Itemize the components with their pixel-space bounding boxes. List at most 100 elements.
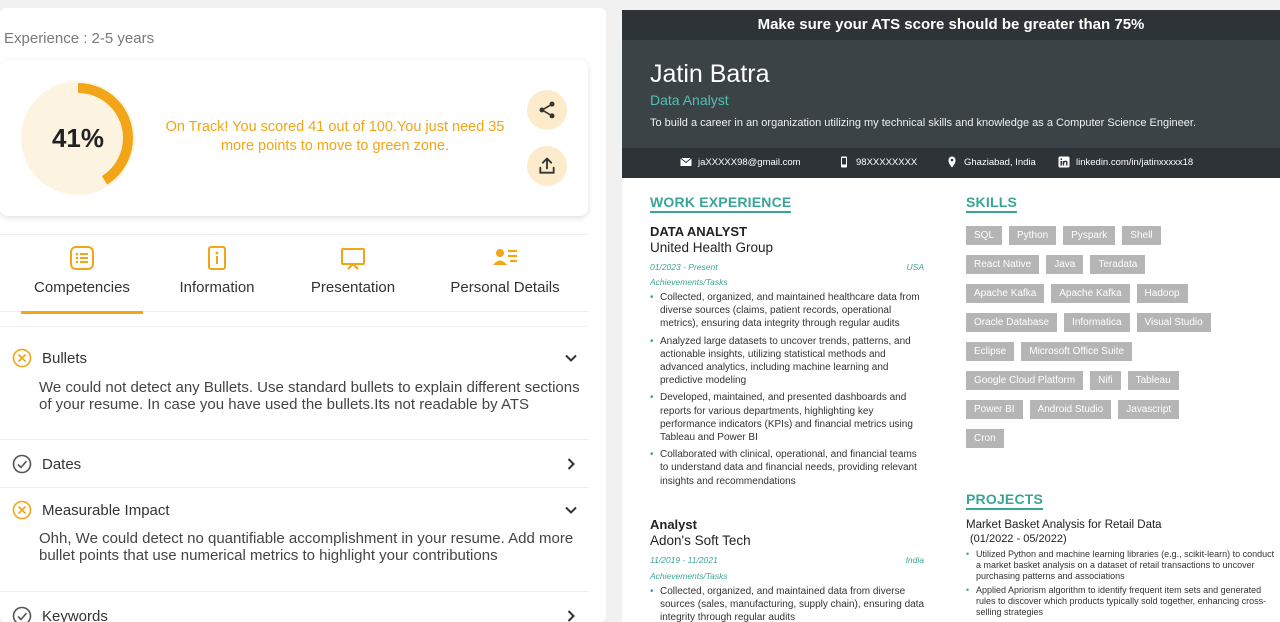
skill-chip: Informatica xyxy=(1064,313,1130,332)
upload-icon xyxy=(539,157,555,174)
skill-chip: Nifi xyxy=(1090,371,1121,390)
skills-heading: SKILLS xyxy=(966,194,1017,213)
resume-header: Jatin Batra Data Analyst To build a care… xyxy=(622,40,1280,148)
contact-location: Ghaziabad, India xyxy=(946,156,1036,168)
check-dates[interactable]: Dates xyxy=(12,452,578,476)
skill-row: SQL Python Pyspark Shell xyxy=(966,226,1266,245)
job-dates: 11/2019 - 11/2021 xyxy=(650,555,718,565)
chevron-down-icon[interactable] xyxy=(564,503,578,517)
check-circle-icon xyxy=(12,454,32,474)
skill-chip: Javascript xyxy=(1118,400,1180,419)
skill-chip: Oracle Database xyxy=(966,313,1058,332)
presentation-icon xyxy=(341,248,365,270)
skill-row: Eclipse Microsoft Office Suite xyxy=(966,342,1266,361)
check-bullets[interactable]: Bullets xyxy=(12,346,578,370)
job-company: Adon's Soft Tech xyxy=(650,533,751,548)
job-bullet: Developed, maintained, and presented das… xyxy=(650,391,925,444)
check-body: Ohh, We could detect no quantifiable acc… xyxy=(39,530,574,564)
skill-chip: Tableau xyxy=(1127,371,1179,390)
job-bullet: Collected, organized, and maintained hea… xyxy=(650,291,925,331)
job-bullets: Collected, organized, and maintained hea… xyxy=(650,291,925,492)
chevron-right-icon[interactable] xyxy=(564,457,578,471)
job-bullet: Collaborated with clinical, operational,… xyxy=(650,448,925,488)
project-dates: (01/2022 - 05/2022) xyxy=(970,533,1067,545)
check-circle-icon xyxy=(12,606,32,622)
skill-chip: Shell xyxy=(1122,226,1161,245)
phone-icon xyxy=(841,156,847,168)
fail-icon xyxy=(12,348,32,368)
skill-chip: React Native xyxy=(966,255,1040,274)
tab-presentation[interactable]: Presentation xyxy=(298,245,408,296)
tab-label: Personal Details xyxy=(450,279,560,296)
check-measurable-impact[interactable]: Measurable Impact xyxy=(12,498,578,522)
ats-analysis-panel: Experience : 2-5 years 41% On Track! You… xyxy=(0,8,606,622)
candidate-name: Jatin Batra xyxy=(650,60,770,88)
skill-chip: Android Studio xyxy=(1029,400,1112,419)
job-dates: 01/2023 - Present xyxy=(650,262,718,272)
contact-email: jaXXXXX98@gmail.com xyxy=(680,156,801,168)
job-title: Analyst xyxy=(650,517,697,532)
ats-banner: Make sure your ATS score should be great… xyxy=(622,10,1280,40)
candidate-role: Data Analyst xyxy=(650,92,729,108)
achievements-label: Achievements/Tasks xyxy=(650,277,728,287)
objective-text: To build a career in an organization uti… xyxy=(650,117,1197,129)
skill-chip: Pyspark xyxy=(1063,226,1116,245)
check-keywords[interactable]: Keywords xyxy=(12,604,578,622)
project-bullet: Utilized Python and machine learning lib… xyxy=(966,549,1276,582)
job-bullet: Analyzed large datasets to uncover trend… xyxy=(650,335,925,388)
skill-chip: Cron xyxy=(966,429,1004,448)
job-bullet: Collected, organized, and maintained dat… xyxy=(650,585,925,622)
skill-row: Apache Kafka Apache Kafka Hadoop xyxy=(966,284,1266,303)
job-company: United Health Group xyxy=(650,240,774,255)
person-details-icon xyxy=(493,249,517,265)
skill-chip: Apache Kafka xyxy=(1051,284,1130,303)
chevron-right-icon[interactable] xyxy=(564,609,578,622)
check-title: Measurable Impact xyxy=(42,501,170,519)
skill-chip: Google Cloud Platform xyxy=(966,371,1084,390)
share-icon xyxy=(539,101,555,119)
info-icon xyxy=(208,246,226,270)
contact-phone-text: 98XXXXXXXX xyxy=(856,156,918,168)
email-icon xyxy=(680,157,692,166)
tab-personal-details[interactable]: Personal Details xyxy=(440,245,570,296)
score-message: On Track! You scored 41 out of 100.You j… xyxy=(165,119,505,154)
divider xyxy=(0,487,588,488)
tab-label: Presentation xyxy=(310,279,396,296)
app-root: Experience : 2-5 years 41% On Track! You… xyxy=(0,0,1280,622)
job-title: DATA ANALYST xyxy=(650,224,748,239)
project-title: Market Basket Analysis for Retail Data xyxy=(966,519,1162,531)
tab-information[interactable]: Information xyxy=(162,245,272,296)
score-card: 41% On Track! You scored 41 out of 100.Y… xyxy=(0,60,588,216)
job-location: India xyxy=(905,555,924,565)
skill-row: Google Cloud Platform Nifi Tableau xyxy=(966,371,1266,390)
skill-chip: Teradata xyxy=(1090,255,1146,274)
project-bullet: Applied Apriorism algorithm to identify … xyxy=(966,585,1276,618)
check-title: Dates xyxy=(42,455,82,473)
upload-button[interactable] xyxy=(527,146,567,186)
tab-competencies[interactable]: Competencies xyxy=(21,245,143,314)
skill-chip: Power BI xyxy=(966,400,1023,419)
share-button[interactable] xyxy=(527,90,567,130)
contact-bar: jaXXXXX98@gmail.com 98XXXXXXXX Ghaziabad… xyxy=(622,148,1280,178)
skill-row: Cron xyxy=(966,429,1266,448)
contact-email-text: jaXXXXX98@gmail.com xyxy=(698,156,801,168)
skill-chip: SQL xyxy=(966,226,1003,245)
skill-row: Oracle Database Informatica Visual Studio xyxy=(966,313,1266,332)
check-body: We could not detect any Bullets. Use sta… xyxy=(39,379,580,413)
resume-preview: Make sure your ATS score should be great… xyxy=(622,10,1280,622)
divider xyxy=(0,591,588,592)
experience-label: Experience : 2-5 years xyxy=(4,30,155,47)
divider xyxy=(0,439,588,440)
achievements-label: Achievements/Tasks xyxy=(650,571,728,581)
skill-chip: Microsoft Office Suite xyxy=(1021,342,1133,361)
skill-row: Power BI Android Studio Javascript xyxy=(966,400,1266,419)
linkedin-icon xyxy=(1058,156,1070,168)
check-title: Bullets xyxy=(42,349,88,367)
list-icon xyxy=(70,246,94,270)
contact-location-text: Ghaziabad, India xyxy=(964,156,1036,168)
job-bullets: Collected, organized, and maintained dat… xyxy=(650,585,925,622)
job-location: USA xyxy=(906,262,924,272)
chevron-down-icon[interactable] xyxy=(564,351,578,365)
tab-label: Information xyxy=(179,279,255,296)
skill-chip: Python xyxy=(1009,226,1057,245)
